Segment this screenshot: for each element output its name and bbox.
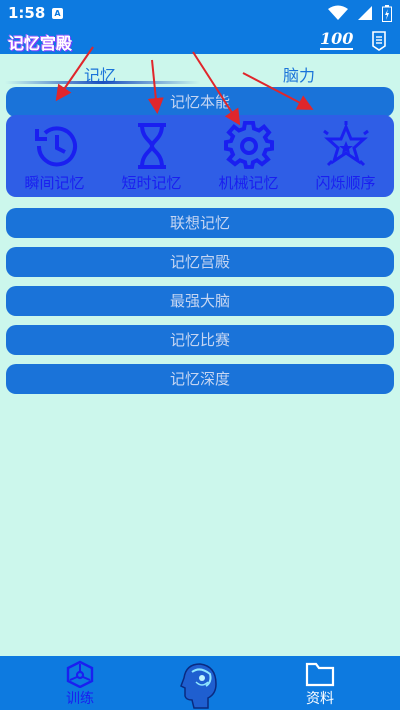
nav-train-label: 训练 xyxy=(66,691,94,707)
strongest-brain-button[interactable]: 最强大脑 xyxy=(6,286,394,316)
sub-item-flash-sequence[interactable]: 闪烁顺序 xyxy=(297,115,394,197)
top-tabs: 记忆 脑力 xyxy=(0,58,400,86)
gear-icon xyxy=(224,121,274,169)
notification-a-icon: A xyxy=(52,8,63,19)
sub-item-label: 短时记忆 xyxy=(121,174,182,192)
sub-item-label: 机械记忆 xyxy=(218,174,279,192)
nav-brain-avatar[interactable] xyxy=(178,656,222,710)
status-bar: 1:58 A xyxy=(0,0,400,28)
nav-data[interactable]: 资料 xyxy=(290,656,350,710)
app-bar: 记忆宫殿 100 xyxy=(0,28,400,54)
folder-icon xyxy=(305,662,335,687)
memory-basics-button[interactable]: 记忆本能 xyxy=(6,87,394,117)
memory-basics-panel: 瞬间记忆 短时记忆 机械记忆 闪烁顺序 xyxy=(6,115,394,197)
history-clock-icon xyxy=(35,126,77,167)
sub-item-mechanical-memory[interactable]: 机械记忆 xyxy=(200,115,297,197)
signal-icon xyxy=(357,6,372,20)
sub-item-label: 闪烁顺序 xyxy=(315,174,376,192)
status-time: 1:58 xyxy=(8,4,46,22)
association-memory-button[interactable]: 联想记忆 xyxy=(6,208,394,238)
memory-competition-button[interactable]: 记忆比赛 xyxy=(6,325,394,355)
status-icons xyxy=(324,5,392,23)
sub-item-instant-memory[interactable]: 瞬间记忆 xyxy=(6,115,103,197)
nav-data-label: 资料 xyxy=(306,691,334,707)
notes-icon[interactable] xyxy=(370,30,388,52)
sub-item-short-term-memory[interactable]: 短时记忆 xyxy=(103,115,200,197)
hourglass-icon xyxy=(138,123,166,169)
wifi-icon xyxy=(327,5,348,20)
memory-depth-button[interactable]: 记忆深度 xyxy=(6,364,394,394)
cube-network-icon xyxy=(66,660,94,688)
sub-item-label: 瞬间记忆 xyxy=(24,174,85,192)
battery-icon xyxy=(382,5,392,22)
tab-brain[interactable]: 脑力 xyxy=(283,62,315,86)
score-100-icon[interactable]: 100 xyxy=(320,30,354,50)
bottom-nav: 训练 资料 xyxy=(0,656,400,710)
nav-train[interactable]: 训练 xyxy=(50,656,110,710)
sparkle-star-icon xyxy=(323,121,369,167)
app-title: 记忆宫殿 xyxy=(8,34,73,53)
memory-palace-button[interactable]: 记忆宫殿 xyxy=(6,247,394,277)
tab-indicator xyxy=(5,81,200,84)
brain-head-icon xyxy=(180,663,217,709)
